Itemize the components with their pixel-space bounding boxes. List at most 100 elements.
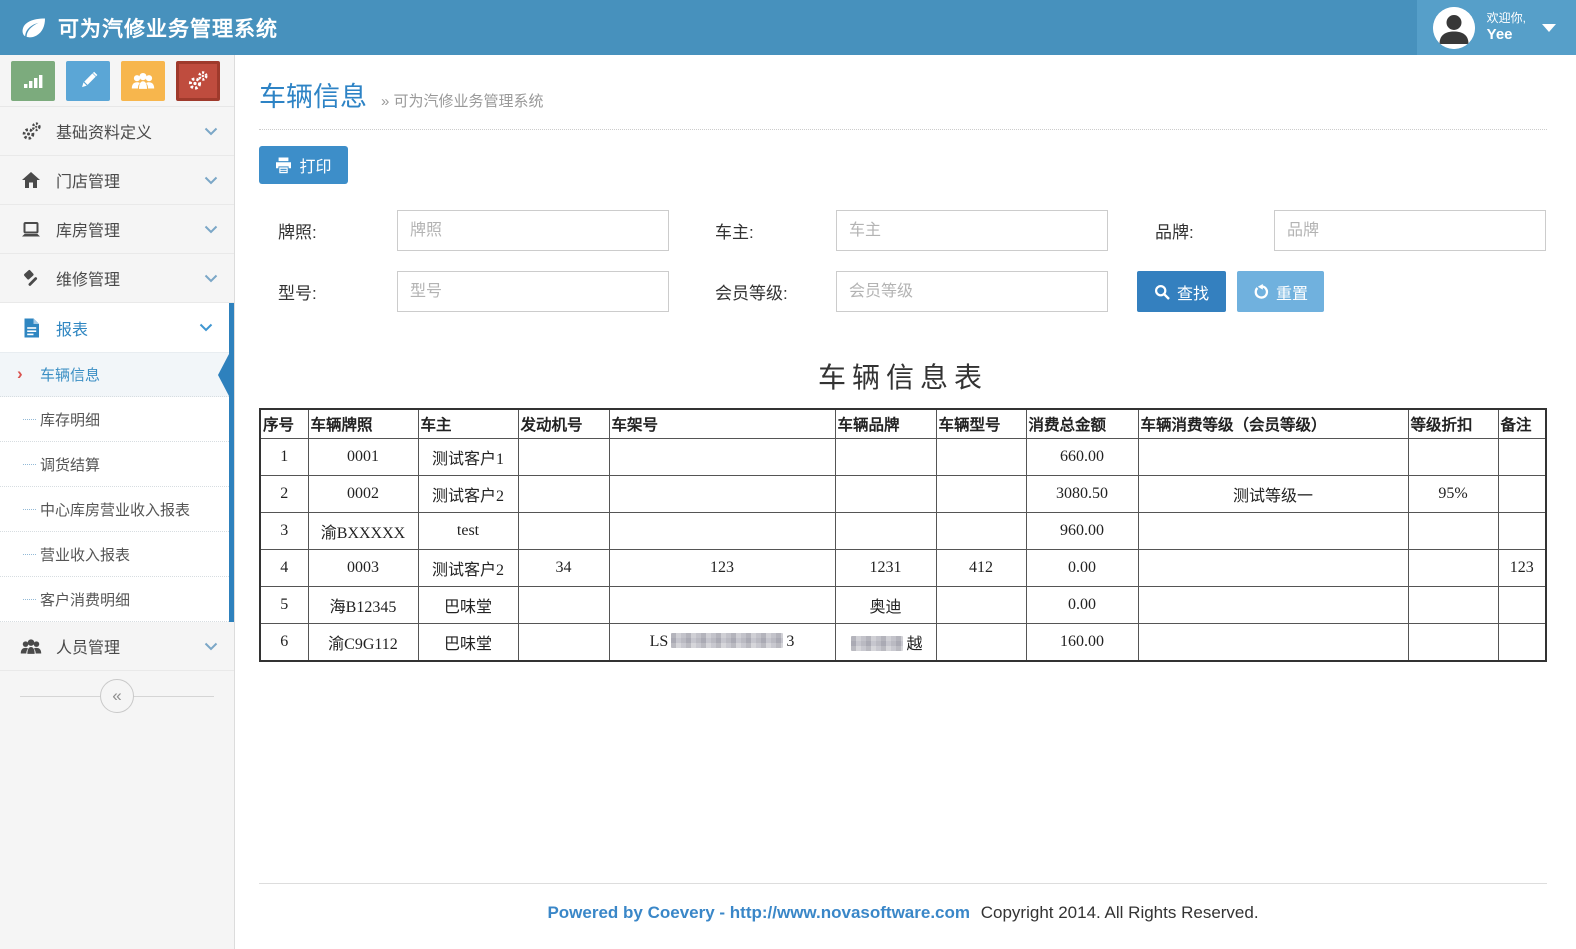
page-header: 车辆信息 » 可为汽修业务管理系统 bbox=[259, 75, 1547, 130]
table-row: 6渝C9G112巴味堂LS3越160.00 bbox=[260, 624, 1546, 661]
table-cell: 测试等级一 bbox=[1138, 476, 1408, 513]
reset-icon bbox=[1253, 284, 1269, 300]
sidebar-item-personnel[interactable]: 人员管理 bbox=[0, 622, 234, 671]
table-cell: 0001 bbox=[308, 439, 418, 476]
table-cell bbox=[609, 439, 835, 476]
gavel-icon bbox=[20, 269, 42, 288]
avatar bbox=[1433, 7, 1475, 49]
active-arrow-icon: › bbox=[17, 364, 23, 384]
table-cell: 越 bbox=[835, 624, 936, 661]
member-level-input[interactable] bbox=[836, 271, 1108, 312]
license-plate-label: 牌照: bbox=[259, 218, 397, 243]
sidebar-item-reports[interactable]: 报表 bbox=[0, 303, 229, 352]
table-cell: 巴味堂 bbox=[418, 587, 518, 624]
chevron-down-icon bbox=[204, 176, 218, 185]
welcome-prefix: 欢迎你, bbox=[1487, 11, 1526, 26]
table-cell: 渝BXXXXX bbox=[308, 513, 418, 550]
reset-button[interactable]: 重置 bbox=[1237, 271, 1324, 312]
column-header: 车主 bbox=[418, 409, 518, 439]
column-header: 备注 bbox=[1498, 409, 1546, 439]
home-icon bbox=[20, 171, 42, 189]
table-cell bbox=[936, 476, 1026, 513]
table-cell bbox=[936, 587, 1026, 624]
chevron-down-icon bbox=[204, 225, 218, 234]
license-plate-input[interactable] bbox=[397, 210, 669, 251]
chevron-down-icon bbox=[204, 127, 218, 136]
table-cell: 3 bbox=[260, 513, 308, 550]
sidebar-subitem-inventory-detail[interactable]: 库存明细 bbox=[0, 397, 229, 442]
brand-input[interactable] bbox=[1274, 210, 1546, 251]
table-cell bbox=[936, 624, 1026, 661]
laptop-icon bbox=[20, 221, 42, 238]
printer-icon bbox=[275, 157, 292, 174]
subitem-label: 库存明细 bbox=[40, 409, 100, 430]
table-cell: 0.00 bbox=[1026, 550, 1138, 587]
owner-label: 车主: bbox=[715, 218, 836, 243]
table-cell bbox=[518, 513, 609, 550]
table-cell bbox=[1498, 476, 1546, 513]
table-cell bbox=[1408, 439, 1498, 476]
table-cell: 123 bbox=[1498, 550, 1546, 587]
table-cell: 5 bbox=[260, 587, 308, 624]
table-cell: 960.00 bbox=[1026, 513, 1138, 550]
search-button-label: 查找 bbox=[1177, 280, 1209, 304]
breadcrumb: » 可为汽修业务管理系统 bbox=[381, 90, 544, 111]
model-input[interactable] bbox=[397, 271, 669, 312]
sidebar-item-base-data[interactable]: 基础资料定义 bbox=[0, 107, 234, 156]
table-cell bbox=[1408, 513, 1498, 550]
table-cell: 160.00 bbox=[1026, 624, 1138, 661]
print-button[interactable]: 打印 bbox=[259, 146, 348, 184]
user-group-button[interactable] bbox=[121, 61, 165, 101]
table-cell bbox=[609, 513, 835, 550]
table-cell bbox=[1138, 550, 1408, 587]
table-cell bbox=[518, 587, 609, 624]
report-table-body: 10001测试客户1660.0020002测试客户23080.50测试等级一95… bbox=[260, 439, 1546, 661]
table-cell: 渝C9G112 bbox=[308, 624, 418, 661]
sidebar-subitem-customer-consumption[interactable]: 客户消费明细 bbox=[0, 577, 229, 622]
table-cell: LS3 bbox=[609, 624, 835, 661]
sidebar-item-repair[interactable]: 维修管理 bbox=[0, 254, 234, 303]
subitem-label: 车辆信息 bbox=[40, 364, 100, 385]
sidebar-subitem-revenue-report[interactable]: 营业收入报表 bbox=[0, 532, 229, 577]
table-cell bbox=[1138, 587, 1408, 624]
sidebar-subitem-transfer-settlement[interactable]: 调货结算 bbox=[0, 442, 229, 487]
sidebar-item-store[interactable]: 门店管理 bbox=[0, 156, 234, 205]
sidebar-subitem-central-warehouse-revenue[interactable]: 中心库房营业收入报表 bbox=[0, 487, 229, 532]
column-header: 车架号 bbox=[609, 409, 835, 439]
search-button[interactable]: 查找 bbox=[1137, 271, 1226, 312]
gears-icon bbox=[187, 71, 209, 91]
report-table-head-row: 序号车辆牌照车主发动机号车架号车辆品牌车辆型号消费总金额车辆消费等级（会员等级）… bbox=[260, 409, 1546, 439]
reset-button-label: 重置 bbox=[1276, 280, 1308, 304]
subitem-label: 中心库房营业收入报表 bbox=[40, 499, 190, 520]
table-cell bbox=[1408, 550, 1498, 587]
sidebar-item-warehouse[interactable]: 库房管理 bbox=[0, 205, 234, 254]
gears-button[interactable] bbox=[176, 61, 220, 101]
page-footer: Powered by Coevery - http://www.novasoft… bbox=[259, 883, 1547, 949]
page-root: 可为汽修业务管理系统 欢迎你, Yee bbox=[0, 0, 1576, 949]
table-cell bbox=[1138, 439, 1408, 476]
table-cell: 1 bbox=[260, 439, 308, 476]
table-cell bbox=[1138, 624, 1408, 661]
table-cell: 4 bbox=[260, 550, 308, 587]
table-cell: 6 bbox=[260, 624, 308, 661]
chevron-down-icon bbox=[199, 323, 213, 332]
table-cell bbox=[936, 513, 1026, 550]
sidebar-collapse-button[interactable]: « bbox=[100, 679, 134, 713]
user-menu[interactable]: 欢迎你, Yee bbox=[1417, 0, 1576, 55]
table-cell: 测试客户1 bbox=[418, 439, 518, 476]
owner-input[interactable] bbox=[836, 210, 1108, 251]
table-cell bbox=[518, 624, 609, 661]
leaf-logo-icon bbox=[18, 17, 48, 39]
sidebar-item-label: 库房管理 bbox=[56, 217, 190, 241]
table-cell bbox=[835, 513, 936, 550]
sidebar-subitem-vehicle-info[interactable]: › 车辆信息 bbox=[0, 352, 229, 397]
pencil-button[interactable] bbox=[66, 61, 110, 101]
column-header: 车辆型号 bbox=[936, 409, 1026, 439]
pencil-icon bbox=[78, 71, 98, 91]
filter-buttons: 查找 重置 bbox=[1137, 271, 1546, 312]
column-header: 发动机号 bbox=[518, 409, 609, 439]
powered-by-link[interactable]: Powered by Coevery - http://www.novasoft… bbox=[547, 903, 970, 922]
column-header: 消费总金额 bbox=[1026, 409, 1138, 439]
bar-chart-button[interactable] bbox=[11, 61, 55, 101]
column-header: 序号 bbox=[260, 409, 308, 439]
